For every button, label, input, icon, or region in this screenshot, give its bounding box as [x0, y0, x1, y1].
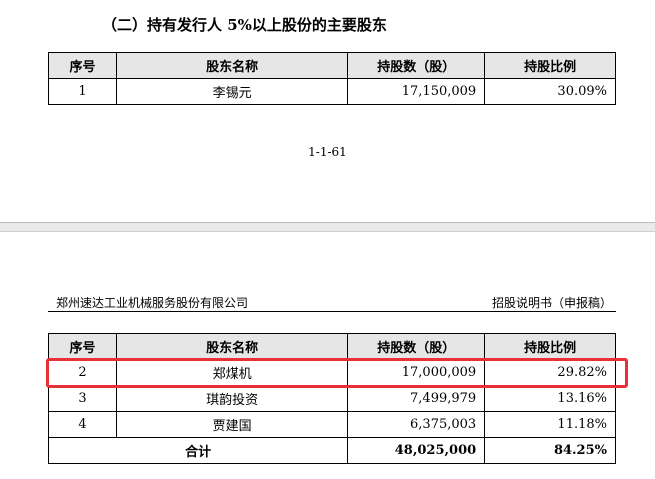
document-page: （二）持有发行人 5%以上股份的主要股东 序号 股东名称 持股数（股） 持股比例…: [0, 0, 655, 479]
cell-shareholder-name: 郑煤机: [115, 359, 349, 386]
shareholder-table-top: 序号 股东名称 持股数（股） 持股比例 1 李锡元 17,150,009 30.…: [48, 52, 616, 105]
column-header-shares: 持股数（股）: [347, 333, 486, 360]
cell-ratio: 29.82%: [484, 359, 616, 386]
page-number: 1-1-61: [308, 145, 347, 159]
page-break: [0, 222, 655, 232]
column-header-name: 股东名称: [115, 333, 349, 360]
cell-index: 1: [48, 78, 117, 105]
table-row: 2 郑煤机 17,000,009 29.82%: [48, 359, 616, 386]
cell-shares: 6,375,003: [347, 411, 486, 438]
column-header-ratio: 持股比例: [484, 52, 616, 79]
header-divider: [48, 311, 616, 312]
cell-index: 3: [48, 385, 117, 412]
cell-ratio: 11.18%: [484, 411, 616, 438]
cell-shares: 7,499,979: [347, 385, 486, 412]
total-ratio: 84.25%: [484, 437, 616, 464]
total-row: 合计 48,025,000 84.25%: [47, 437, 616, 464]
column-header-index: 序号: [48, 333, 117, 360]
table-header-row: 序号 股东名称 持股数（股） 持股比例: [48, 333, 616, 360]
cell-index: 4: [48, 411, 117, 438]
column-header-ratio: 持股比例: [484, 333, 616, 360]
cell-index: 2: [48, 359, 117, 386]
table-row: 4 贾建国 6,375,003 11.18%: [48, 411, 616, 438]
cell-shares: 17,150,009: [347, 78, 486, 105]
table-row: 3 琪韵投资 7,499,979 13.16%: [48, 385, 616, 412]
column-header-name: 股东名称: [115, 52, 349, 79]
column-header-index: 序号: [48, 52, 117, 79]
shareholder-table-bottom: 序号 股东名称 持股数（股） 持股比例 2 郑煤机 17,000,009 29.…: [47, 333, 616, 464]
header-company-name: 郑州速达工业机械服务股份有限公司: [56, 296, 249, 310]
cell-shares: 17,000,009: [347, 359, 486, 386]
table-header-row: 序号 股东名称 持股数（股） 持股比例: [48, 52, 616, 79]
cell-shareholder-name: 李锡元: [115, 78, 349, 105]
total-label: 合计: [47, 437, 349, 464]
table-row: 1 李锡元 17,150,009 30.09%: [48, 78, 616, 105]
total-shares: 48,025,000: [347, 437, 486, 464]
header-document-title: 招股说明书（申报稿）: [491, 296, 612, 310]
cell-ratio: 30.09%: [484, 78, 616, 105]
cell-shareholder-name: 贾建国: [115, 411, 349, 438]
cell-ratio: 13.16%: [484, 385, 616, 412]
cell-shareholder-name: 琪韵投资: [115, 385, 349, 412]
section-title: （二）持有发行人 5%以上股份的主要股东: [102, 16, 387, 34]
column-header-shares: 持股数（股）: [347, 52, 486, 79]
